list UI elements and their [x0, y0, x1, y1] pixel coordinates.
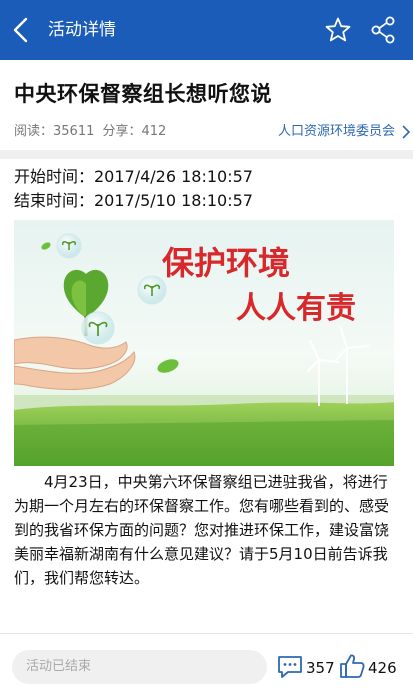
page-title: 活动详情 [48, 20, 116, 40]
comment-count: 357 [306, 659, 335, 677]
share-icon[interactable] [370, 16, 396, 44]
share-count: 分享：412 [102, 124, 167, 139]
star-icon[interactable] [324, 16, 352, 44]
start-time: 开始时间：2017/4/26 18:10:57 [14, 167, 253, 186]
like-count: 426 [368, 659, 397, 677]
back-arrow-icon[interactable] [10, 16, 32, 44]
bottom-bar: 活动已结束 357 426 [0, 642, 413, 691]
app-bar: 活动详情 [0, 0, 413, 60]
article-stats: 阅读：35611 分享：412 [14, 122, 170, 142]
read-count: 阅读：35611 [14, 124, 95, 139]
environment-banner-image: 保护环境 人人有责 [14, 220, 394, 466]
bottom-divider [0, 633, 413, 634]
committee-label: 人口资源环境委员会 [277, 124, 395, 139]
chevron-right-icon [402, 125, 411, 139]
end-time: 结束时间：2017/5/10 18:10:57 [14, 191, 253, 210]
article-body: 4月23日，中央第六环保督察组已进驻我省，将进行为期一个月左右的环保督察工作。您… [14, 473, 390, 587]
thumbs-up-icon[interactable] [339, 653, 365, 679]
activity-status-input[interactable]: 活动已结束 [12, 650, 267, 684]
banner-line1: 保护环境 [162, 244, 290, 282]
committee-link[interactable]: 人口资源环境委员会 [277, 122, 411, 142]
article-title: 中央环保督察组长想听您说 [14, 82, 272, 106]
banner-line2: 人人有责 [236, 291, 356, 326]
comment-icon[interactable] [277, 655, 303, 679]
section-divider [0, 150, 413, 159]
